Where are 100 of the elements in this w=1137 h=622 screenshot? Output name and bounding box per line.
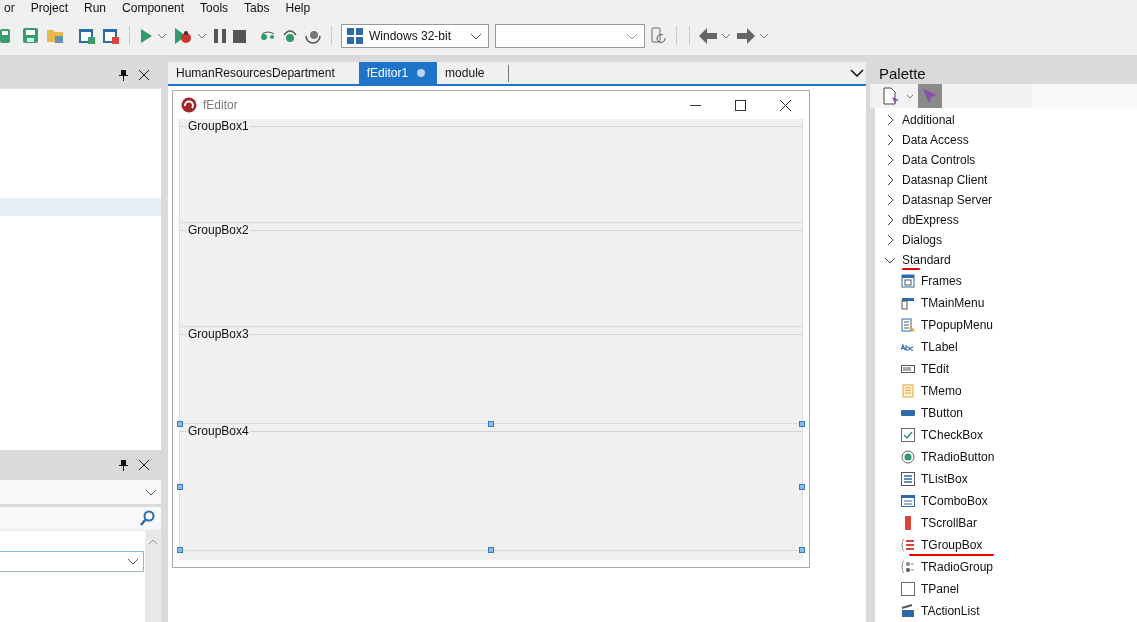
folder-icon[interactable] (46, 27, 64, 45)
palette-component[interactable]: TScrollBar (875, 512, 1137, 534)
menu-item[interactable]: or (0, 1, 23, 16)
chevron-down-icon (127, 558, 139, 565)
mainmenu-component-icon (901, 296, 915, 310)
menu-item[interactable]: Project (22, 1, 77, 16)
palette-component[interactable]: TListBox (875, 468, 1137, 490)
caret-icon[interactable] (721, 33, 731, 39)
search-icon[interactable] (139, 510, 155, 526)
checkbox-component-icon (901, 428, 915, 442)
palette-component[interactable]: TLabel (875, 336, 1137, 358)
chevron-down-icon (885, 255, 895, 265)
resize-handle[interactable] (177, 547, 183, 553)
group-box[interactable]: GroupBox2 (179, 223, 803, 327)
close-icon[interactable] (139, 70, 149, 80)
step-into-icon[interactable] (282, 29, 298, 43)
resize-handle[interactable] (799, 547, 805, 553)
menu-item[interactable]: Component (114, 1, 193, 16)
platform-dropdown[interactable]: Windows 32-bit (341, 24, 489, 48)
scroll-up-icon[interactable] (148, 539, 158, 545)
group-box[interactable]: GroupBox3 (179, 327, 803, 424)
palette-category[interactable]: Data Access (875, 130, 1137, 150)
maximize-icon[interactable] (735, 99, 746, 111)
minimize-icon[interactable] (690, 104, 701, 106)
palette-component[interactable]: TCheckBox (875, 424, 1137, 446)
back-arrow-icon[interactable] (699, 28, 717, 44)
chevron-down-icon (470, 32, 482, 40)
close-icon[interactable] (139, 460, 149, 470)
groupbox-component-icon (901, 538, 915, 552)
pause-icon[interactable] (213, 29, 227, 43)
palette-category[interactable]: Standard (875, 250, 1137, 270)
step-over-icon[interactable] (260, 31, 276, 41)
windows-logo-icon (347, 28, 363, 44)
palette-component[interactable]: Frames (875, 270, 1137, 292)
palette-category[interactable]: dbExpress (875, 210, 1137, 230)
resize-handle[interactable] (488, 547, 494, 553)
palette-category[interactable]: Data Controls (875, 150, 1137, 170)
palette-component[interactable]: TPanel (875, 578, 1137, 600)
editor-tab[interactable]: module (437, 62, 497, 84)
popupmenu-component-icon (901, 318, 915, 332)
palette-search-field[interactable] (1032, 84, 1137, 108)
palette-category[interactable]: Additional (875, 110, 1137, 130)
palette-component[interactable]: TMemo (875, 380, 1137, 402)
palette-component[interactable]: TEdit (875, 358, 1137, 380)
caret-icon[interactable] (759, 33, 769, 39)
palette-category[interactable]: Dialogs (875, 230, 1137, 250)
palette-component[interactable]: TMainMenu (875, 292, 1137, 314)
palette-category[interactable]: Datasnap Client (875, 170, 1137, 190)
add-file-icon[interactable] (78, 27, 96, 45)
pin-icon[interactable] (119, 459, 128, 471)
palette-component[interactable]: TPopupMenu (875, 314, 1137, 336)
resize-handle[interactable] (799, 421, 805, 427)
configuration-dropdown[interactable] (495, 24, 645, 48)
palette-component[interactable]: TButton (875, 402, 1137, 424)
panel-component-icon (901, 582, 915, 596)
remove-file-icon[interactable] (102, 27, 120, 45)
menu-item[interactable]: Run (76, 1, 115, 16)
debug-run-icon[interactable] (173, 27, 193, 45)
pointer-icon (922, 88, 938, 104)
palette-component[interactable]: TGroupBox (875, 534, 1137, 556)
editor-tab[interactable]: HumanResourcesDepartment (168, 62, 359, 84)
caret-icon[interactable] (157, 33, 167, 39)
menu-item[interactable]: Help (277, 1, 319, 16)
app-logo-icon (181, 97, 197, 113)
caret-icon[interactable] (906, 93, 914, 99)
resize-handle[interactable] (177, 421, 183, 427)
scrollbar[interactable] (145, 531, 161, 622)
palette-component[interactable]: TRadioGroup (875, 556, 1137, 578)
edit-component-icon (901, 362, 915, 376)
pin-icon[interactable] (119, 69, 128, 81)
property-dropdown[interactable] (0, 551, 144, 572)
menu-item[interactable]: Tabs (236, 1, 278, 16)
combobox-component-icon (901, 494, 915, 508)
run-icon[interactable] (139, 28, 153, 44)
save-all-icon[interactable] (22, 27, 40, 45)
palette-category[interactable]: Datasnap Server (875, 190, 1137, 210)
actionlist-component-icon (901, 604, 915, 618)
forward-arrow-icon[interactable] (737, 28, 755, 44)
search-field[interactable] (0, 507, 161, 531)
run-to-cursor-icon[interactable] (304, 28, 322, 44)
chevron-down-icon[interactable] (850, 69, 864, 77)
editor-tab[interactable]: fEditor1 (358, 62, 438, 84)
caret-icon[interactable] (197, 33, 207, 39)
group-box[interactable]: GroupBox1 (179, 119, 803, 223)
resize-handle[interactable] (177, 484, 183, 490)
frames-component-icon (901, 274, 915, 288)
menu-item[interactable]: Tools (192, 1, 237, 16)
close-icon[interactable] (780, 99, 791, 111)
palette-component[interactable]: TRadioButton (875, 446, 1137, 468)
stop-icon[interactable] (233, 29, 246, 43)
palette-component[interactable]: TComboBox (875, 490, 1137, 512)
radio-component-icon (901, 450, 915, 464)
window-title: fEditor (203, 98, 238, 112)
resize-handle[interactable] (799, 484, 805, 490)
resize-handle[interactable] (488, 421, 494, 427)
chevron-down-icon (626, 32, 638, 40)
group-box[interactable]: GroupBox4 (179, 424, 803, 551)
device-refresh-icon[interactable] (651, 27, 667, 45)
palette-component[interactable]: TActionList (875, 600, 1137, 622)
memo-component-icon (901, 384, 915, 398)
